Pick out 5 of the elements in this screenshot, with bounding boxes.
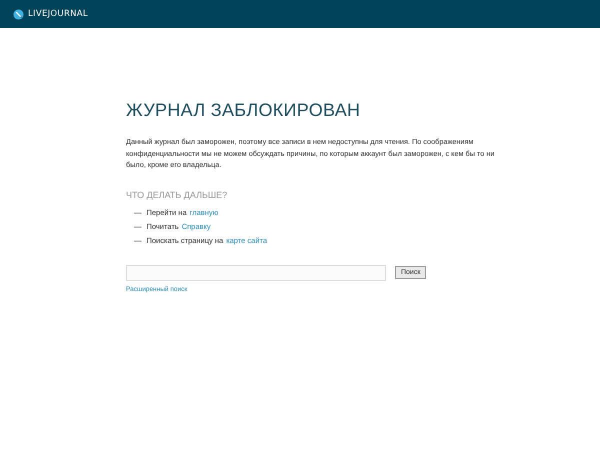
logo-icon[interactable] — [13, 8, 24, 20]
logo-text[interactable]: LIVEJOURNAL — [28, 9, 88, 19]
page-title: ЖУРНАЛ ЗАБЛОКИРОВАН — [126, 100, 362, 121]
section-heading: ЧТО ДЕЛАТЬ ДАЛЬШЕ? — [126, 190, 228, 200]
search-field[interactable] — [126, 264, 386, 280]
